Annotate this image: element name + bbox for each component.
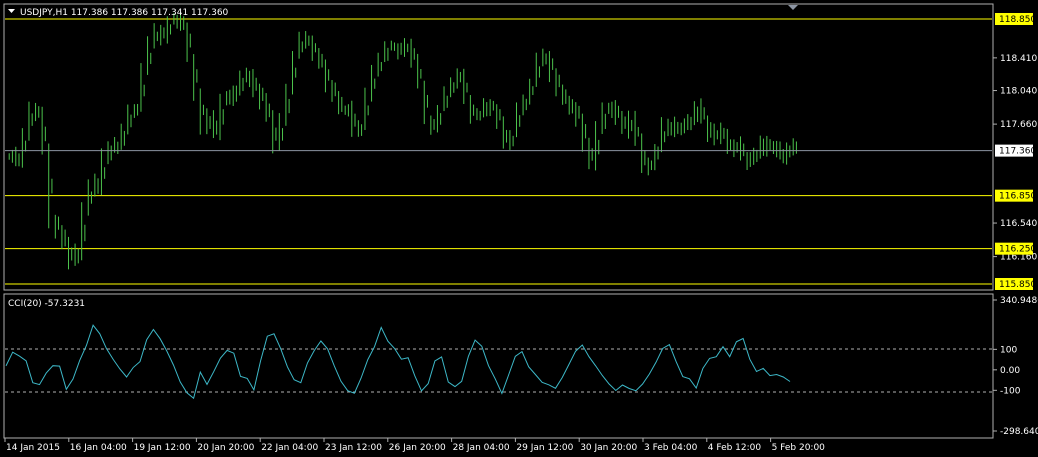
time-tick-label: 23 Jan 12:00 <box>325 443 382 453</box>
time-tick-label: 30 Jan 20:00 <box>580 443 637 453</box>
time-tick-label: 28 Jan 04:00 <box>453 443 510 453</box>
price-tick-label: 118.040 <box>1000 87 1037 97</box>
level-price-label: 116.850 <box>999 192 1036 202</box>
cci-tick-label: 340.9486 <box>1000 296 1038 306</box>
cci-tick-label: 100 <box>1000 345 1017 355</box>
time-tick-label: 4 Feb 12:00 <box>708 443 762 453</box>
price-tick-label: 117.660 <box>1000 120 1037 130</box>
level-price-label: 115.850 <box>999 280 1036 290</box>
last-price-label: 117.360 <box>999 147 1036 157</box>
cci-tick-label: -100 <box>1000 386 1021 396</box>
price-tick-label: 118.410 <box>1000 54 1037 64</box>
time-tick-label: 22 Jan 04:00 <box>261 443 318 453</box>
time-tick-label: 26 Jan 20:00 <box>389 443 446 453</box>
time-tick-label: 16 Jan 04:00 <box>70 443 127 453</box>
level-price-label: 118.850 <box>999 15 1036 25</box>
price-tick-label: 116.540 <box>1000 219 1037 229</box>
time-tick-label: 14 Jan 2015 <box>6 443 60 453</box>
level-price-label: 116.250 <box>999 245 1036 255</box>
price-axis: 118.410118.040117.660116.540116.160118.8… <box>993 13 1037 290</box>
cci-tick-label: 0.00 <box>1000 366 1020 376</box>
cci-header: CCI(20) -57.3231 <box>8 299 85 309</box>
time-tick-label: 5 Feb 20:00 <box>772 443 826 453</box>
time-tick-label: 3 Feb 04:00 <box>644 443 698 453</box>
symbol-header: USDJPY,H1 117.386 117.386 117.341 117.36… <box>20 8 229 18</box>
time-tick-label: 29 Jan 12:00 <box>516 443 573 453</box>
time-tick-label: 19 Jan 12:00 <box>134 443 191 453</box>
cci-tick-label: -298.6405 <box>1000 427 1038 437</box>
chart-background <box>0 0 1038 457</box>
chart-canvas[interactable]: USDJPY,H1 117.386 117.386 117.341 117.36… <box>0 0 1038 457</box>
time-tick-label: 20 Jan 20:00 <box>197 443 254 453</box>
